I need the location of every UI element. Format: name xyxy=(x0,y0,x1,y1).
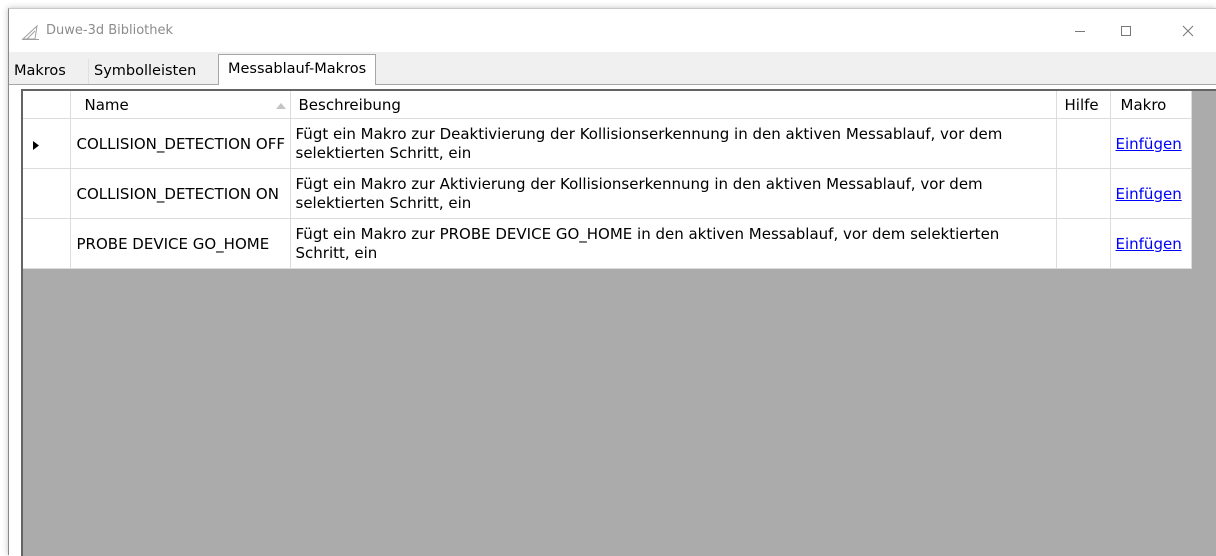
row-header[interactable] xyxy=(23,168,71,219)
column-header-macro[interactable]: Makro xyxy=(1110,91,1192,119)
cell-name[interactable]: PROBE DEVICE GO_HOME xyxy=(70,218,291,269)
close-icon xyxy=(1182,25,1194,36)
cell-name[interactable]: COLLISION_DETECTION ON xyxy=(70,168,291,219)
cell-description[interactable]: Fügt ein Makro zur Aktivierung der Kolli… xyxy=(290,168,1057,219)
cell-description[interactable]: Fügt ein Makro zur PROBE DEVICE GO_HOME … xyxy=(290,218,1057,269)
minimize-icon xyxy=(1075,30,1085,32)
table-row[interactable]: PROBE DEVICE GO_HOME Fügt ein Makro zur … xyxy=(23,218,1192,269)
table-row[interactable]: COLLISION_DETECTION ON Fügt ein Makro zu… xyxy=(23,168,1192,219)
tab-makros[interactable]: Makros xyxy=(9,59,71,84)
cell-description[interactable]: Fügt ein Makro zur Deaktivierung der Kol… xyxy=(290,118,1057,169)
column-header-help[interactable]: Hilfe xyxy=(1056,91,1111,119)
window-title: Duwe-3d Bibliothek xyxy=(46,23,174,38)
column-header-description[interactable]: Beschreibung xyxy=(290,91,1057,119)
cell-help[interactable] xyxy=(1056,168,1111,219)
maximize-button[interactable] xyxy=(1103,9,1149,52)
column-header-name-label: Name xyxy=(84,95,129,114)
close-button[interactable] xyxy=(1165,9,1211,52)
row-header[interactable] xyxy=(23,118,71,169)
cell-name[interactable]: COLLISION_DETECTION OFF xyxy=(70,118,291,169)
minimize-button[interactable] xyxy=(1057,9,1103,52)
macro-table: Name Beschreibung Hilfe Makro COLLISION_… xyxy=(23,91,1192,269)
maximize-icon xyxy=(1121,25,1131,36)
table-row[interactable]: COLLISION_DETECTION OFF Fügt ein Makro z… xyxy=(23,118,1192,169)
column-header-name[interactable]: Name xyxy=(70,91,291,119)
tab-content: Name Beschreibung Hilfe Makro COLLISION_… xyxy=(9,85,1216,556)
insert-link[interactable]: Einfügen xyxy=(1116,235,1182,253)
title-bar[interactable]: Duwe-3d Bibliothek xyxy=(9,9,1216,52)
cell-macro: Einfügen xyxy=(1110,168,1192,219)
cell-help[interactable] xyxy=(1056,118,1111,169)
header-row: Name Beschreibung Hilfe Makro xyxy=(23,91,1192,119)
current-row-arrow-icon xyxy=(33,141,39,150)
cell-macro: Einfügen xyxy=(1110,118,1192,169)
tab-bar: Makros Symbolleisten Messablauf-Makros xyxy=(9,52,1216,85)
cell-help[interactable] xyxy=(1056,218,1111,269)
row-header-corner xyxy=(23,91,71,119)
insert-link[interactable]: Einfügen xyxy=(1116,135,1182,153)
cell-macro: Einfügen xyxy=(1110,218,1192,269)
insert-link[interactable]: Einfügen xyxy=(1116,185,1182,203)
tab-messablauf-makros[interactable]: Messablauf-Makros xyxy=(218,54,377,85)
app-logo-icon xyxy=(21,24,39,40)
main-window: Duwe-3d Bibliothek Makros Symbolleisten … xyxy=(8,8,1216,556)
macro-grid[interactable]: Name Beschreibung Hilfe Makro COLLISION_… xyxy=(21,89,1216,556)
sort-ascending-icon xyxy=(275,103,286,109)
tab-symbolleisten[interactable]: Symbolleisten xyxy=(88,59,201,84)
row-header[interactable] xyxy=(23,218,71,269)
